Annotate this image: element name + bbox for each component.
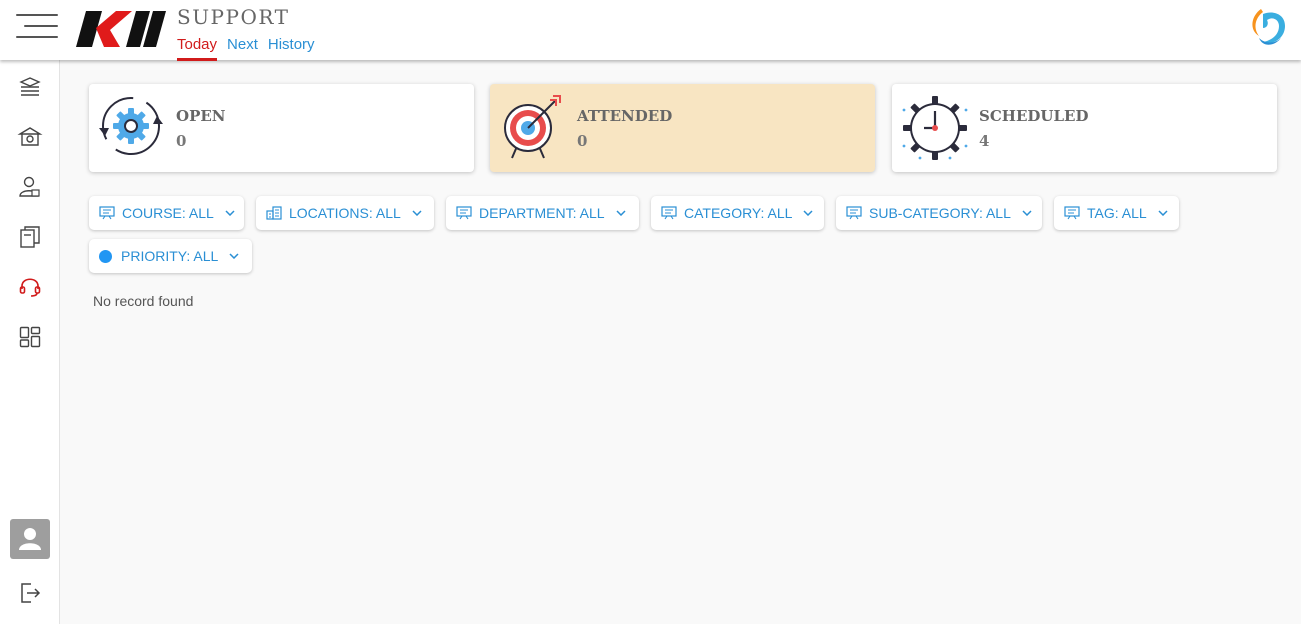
filter-label: SUB-CATEGORY: ALL — [869, 205, 1011, 221]
filter-label: COURSE: ALL — [122, 205, 214, 221]
kii-logo — [76, 11, 166, 47]
top-bar: SUPPORT Today Next History — [0, 0, 1301, 61]
chevron-down-icon — [803, 210, 813, 216]
filter-label: TAG: ALL — [1087, 205, 1147, 221]
presentation-icon — [99, 206, 115, 220]
target-arrow-icon — [504, 95, 561, 159]
presentation-icon — [456, 206, 472, 220]
card-count: 0 — [577, 132, 588, 150]
menu-icon[interactable] — [16, 14, 58, 38]
presentation-icon — [661, 206, 677, 220]
empty-state-message: No record found — [93, 293, 194, 309]
tab-bar: Today Next History — [177, 36, 315, 61]
scheduled-card[interactable]: SCHEDULED 4 — [892, 84, 1277, 172]
gear-cycle-icon — [99, 97, 163, 155]
sub-category-filter[interactable]: SUB-CATEGORY: ALL — [836, 196, 1042, 230]
person-icon — [19, 528, 41, 550]
avatar[interactable] — [10, 519, 50, 559]
attended-card[interactable]: ATTENDED 0 — [490, 84, 875, 172]
tab-history[interactable]: History — [268, 36, 315, 61]
logout-icon[interactable] — [17, 580, 43, 606]
chevron-down-icon — [1158, 210, 1168, 216]
user-profile-icon[interactable] — [17, 174, 43, 200]
library-icon[interactable] — [17, 224, 43, 250]
page-title: SUPPORT — [177, 5, 290, 29]
chevron-down-icon — [1022, 210, 1032, 216]
tab-today[interactable]: Today — [177, 36, 218, 61]
tag-filter[interactable]: TAG: ALL — [1054, 196, 1179, 230]
clock-gear-icon — [902, 96, 968, 160]
dashboard-grid-icon[interactable] — [17, 324, 43, 350]
card-count: 0 — [176, 132, 187, 150]
open-card[interactable]: OPEN 0 — [89, 84, 474, 172]
chevron-down-icon — [616, 210, 626, 216]
filter-label: DEPARTMENT: ALL — [479, 205, 605, 221]
buildings-icon — [266, 206, 282, 220]
locations-filter[interactable]: LOCATIONS: ALL — [256, 196, 434, 230]
courses-icon[interactable] — [17, 74, 43, 100]
priority-filter[interactable]: PRIORITY: ALL — [89, 239, 252, 273]
institution-icon[interactable] — [17, 124, 43, 150]
sidebar — [0, 60, 60, 624]
category-filter[interactable]: CATEGORY: ALL — [651, 196, 824, 230]
priority-dot-icon — [99, 249, 112, 263]
card-title: SCHEDULED — [979, 107, 1089, 125]
chevron-down-icon — [225, 210, 235, 216]
card-count: 4 — [979, 132, 990, 150]
chevron-down-icon — [229, 253, 239, 259]
presentation-icon — [846, 206, 862, 220]
chevron-down-icon — [412, 210, 422, 216]
department-filter[interactable]: DEPARTMENT: ALL — [446, 196, 639, 230]
card-title: ATTENDED — [577, 107, 673, 125]
support-headset-icon[interactable] — [17, 274, 43, 300]
filter-label: PRIORITY: ALL — [121, 248, 219, 264]
tab-next[interactable]: Next — [227, 36, 258, 61]
course-filter[interactable]: COURSE: ALL — [89, 196, 244, 230]
card-title: OPEN — [176, 107, 226, 125]
presentation-icon — [1064, 206, 1080, 220]
filter-label: CATEGORY: ALL — [684, 205, 793, 221]
brand-logo — [1252, 9, 1285, 45]
filter-label: LOCATIONS: ALL — [289, 205, 401, 221]
